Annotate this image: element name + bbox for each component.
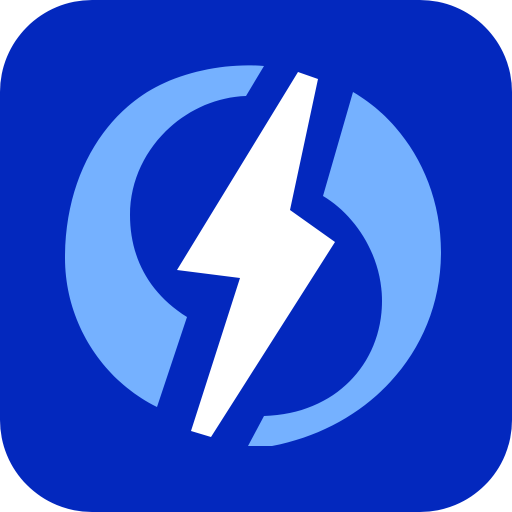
app-icon-graphic xyxy=(0,0,512,512)
app-icon[interactable] xyxy=(0,0,512,512)
